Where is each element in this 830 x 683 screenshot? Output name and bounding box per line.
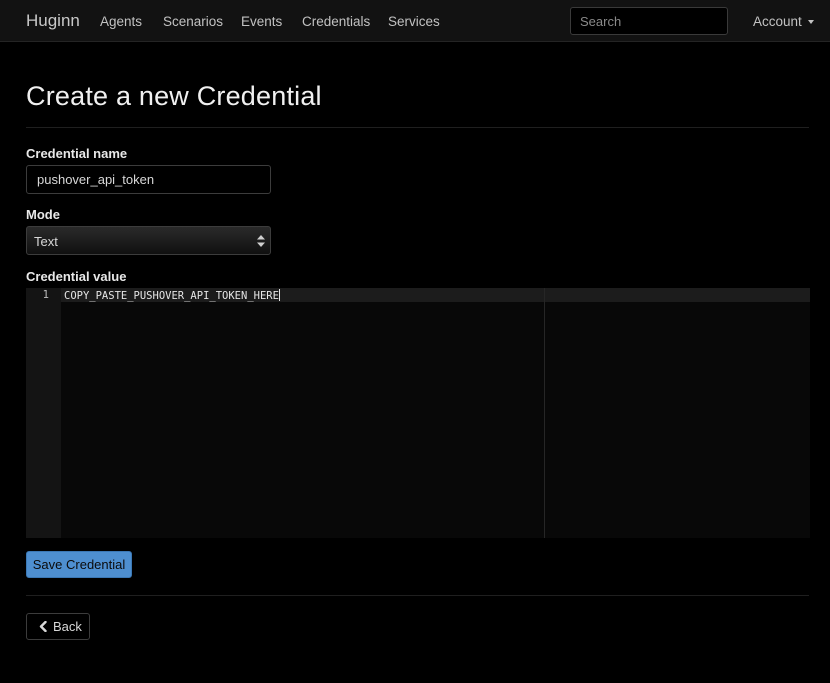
nav-link-services[interactable]: Services [388,14,440,29]
credential-name-label: Credential name [26,146,128,161]
mode-selected-value: Text [34,234,58,249]
print-margin [544,288,545,538]
editor-gutter: 1 [26,288,61,538]
credential-name-input[interactable] [26,165,271,194]
nav-link-events[interactable]: Events [241,14,282,29]
mode-label: Mode [26,207,60,222]
navbar: Huginn Agents Scenarios Events Credentia… [0,0,830,42]
save-credential-button[interactable]: Save Credential [26,551,132,578]
code-line[interactable]: COPY_PASTE_PUSHOVER_API_TOKEN_HERE [64,289,280,302]
divider [26,127,809,128]
nav-link-credentials[interactable]: Credentials [302,14,370,29]
mode-select[interactable]: Text [26,226,271,255]
nav-link-scenarios[interactable]: Scenarios [163,14,223,29]
code-text: COPY_PASTE_PUSHOVER_API_TOKEN_HERE [64,290,279,302]
chevron-left-icon [39,621,47,632]
caret-down-icon [807,20,814,25]
back-button[interactable]: Back [26,613,90,640]
nav-link-agents[interactable]: Agents [100,14,142,29]
divider [26,595,809,596]
brand-logo[interactable]: Huginn [26,11,80,31]
line-number: 1 [42,289,49,301]
page-title: Create a new Credential [26,81,322,111]
back-label: Back [53,619,82,634]
select-arrows-icon [257,235,265,247]
credential-value-label: Credential value [26,269,127,284]
account-dropdown[interactable]: Account [753,14,814,29]
text-cursor [278,289,280,301]
search-input[interactable] [570,7,728,35]
account-label: Account [753,14,802,29]
code-editor[interactable]: 1 COPY_PASTE_PUSHOVER_API_TOKEN_HERE [26,288,810,538]
